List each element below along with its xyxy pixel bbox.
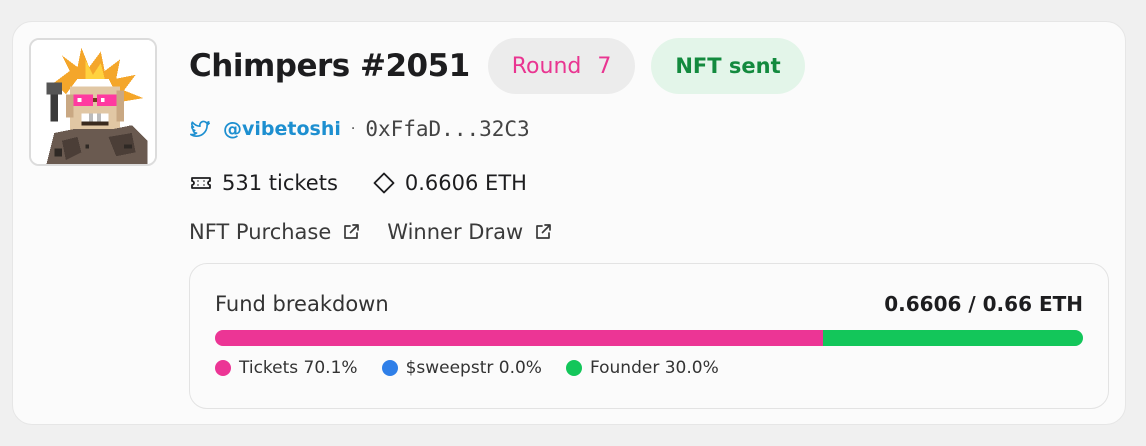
fund-segment-tickets — [215, 330, 823, 346]
fund-header: Fund breakdown 0.6606 / 0.66 ETH — [215, 292, 1083, 316]
title-row: Chimpers #2051 Round 7 NFT sent — [189, 38, 805, 94]
fund-segment-founder — [822, 330, 1083, 346]
fund-breakdown-panel: Fund breakdown 0.6606 / 0.66 ETH Tickets… — [189, 263, 1109, 409]
wallet-address[interactable]: 0xFfaD...32C3 — [365, 117, 529, 141]
legend-dot — [215, 360, 231, 376]
links-row: NFT Purchase Winner Draw — [189, 218, 553, 246]
round-number: 7 — [597, 53, 612, 79]
legend-label: Founder 30.0% — [589, 358, 719, 378]
nft-purchase-label: NFT Purchase — [189, 220, 332, 244]
raffle-card: Chimpers #2051 Round 7 NFT sent @vibetos… — [12, 21, 1126, 425]
twitter-icon[interactable] — [189, 118, 211, 140]
external-link-icon — [533, 222, 553, 242]
status-badge: NFT sent — [651, 38, 805, 94]
nft-avatar[interactable] — [29, 38, 157, 166]
legend-item: Tickets 70.1% — [215, 358, 358, 378]
eth-stat: 0.6606 ETH — [372, 171, 527, 195]
legend-dot — [381, 360, 398, 376]
tickets-stat: 531 tickets — [189, 171, 338, 195]
eth-diamond-icon — [372, 171, 396, 195]
separator-dot: · — [350, 121, 356, 137]
fund-breakdown-label: Fund breakdown — [215, 292, 389, 316]
stats-row: 531 tickets 0.6606 ETH — [189, 169, 527, 197]
legend-label: Tickets 70.1% — [239, 358, 358, 378]
fund-legend: Tickets 70.1% $sweepstr 0.0% Founder 30.0% — [215, 358, 719, 378]
fund-total: 0.6606 / 0.66 ETH — [884, 292, 1083, 316]
external-link-icon — [341, 222, 361, 242]
tickets-count: 531 tickets — [222, 171, 338, 195]
twitter-handle-link[interactable]: @vibetoshi — [223, 118, 341, 140]
round-badge: Round 7 — [487, 38, 636, 94]
legend-item: $sweepstr 0.0% — [381, 358, 542, 378]
legend-item: Founder 30.0% — [565, 358, 719, 378]
winner-draw-link[interactable]: Winner Draw — [387, 220, 553, 244]
nft-title: Chimpers #2051 — [189, 48, 470, 84]
owner-row: @vibetoshi · 0xFfaD...32C3 — [189, 114, 530, 144]
legend-dot — [565, 360, 582, 376]
eth-amount: 0.6606 ETH — [404, 171, 527, 195]
legend-label: $sweepstr 0.0% — [405, 358, 542, 378]
chimper-pixel-art — [31, 40, 155, 164]
winner-draw-label: Winner Draw — [387, 220, 524, 244]
fund-progress-bar — [215, 330, 1083, 346]
ticket-icon — [189, 171, 213, 195]
round-label: Round — [511, 53, 582, 79]
nft-purchase-link[interactable]: NFT Purchase — [189, 220, 361, 244]
